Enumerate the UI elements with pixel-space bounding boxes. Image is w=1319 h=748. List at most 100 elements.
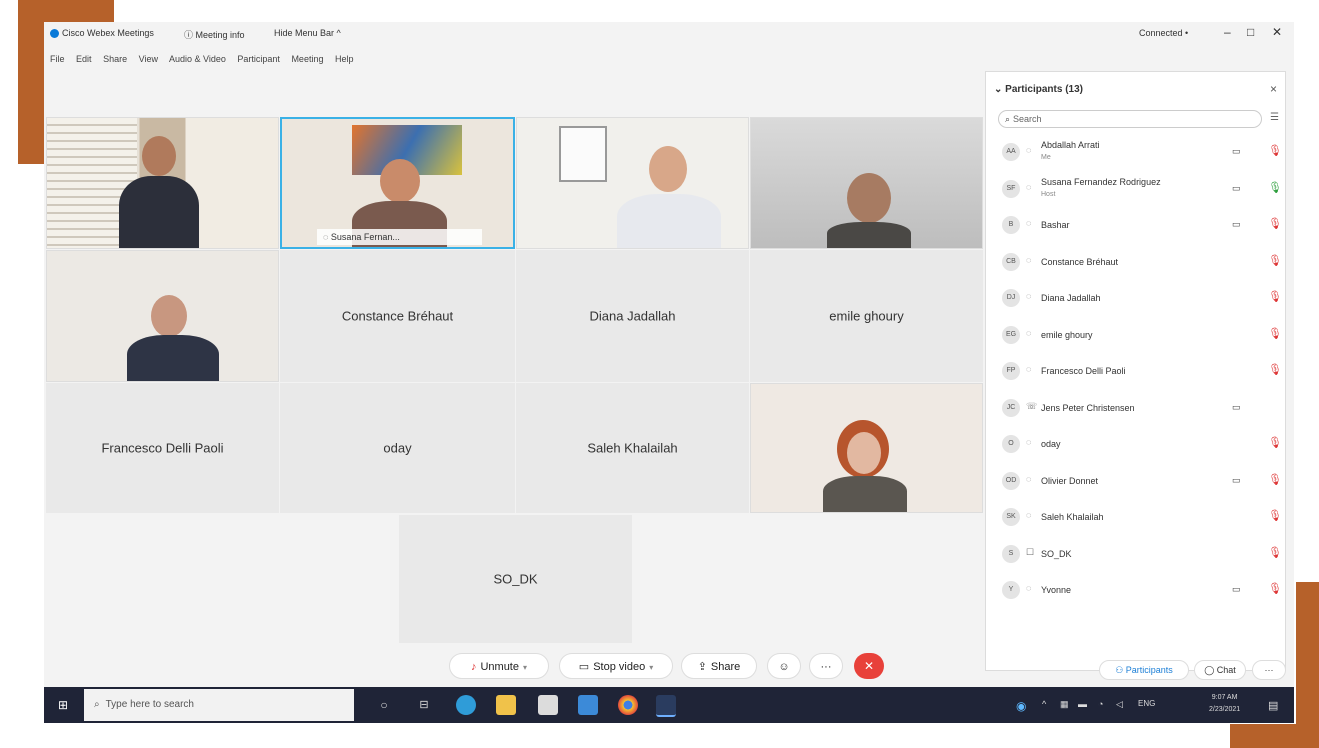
video-tile-5[interactable] xyxy=(46,250,279,382)
panel-more-button[interactable]: ··· xyxy=(1252,660,1286,680)
camera-icon: ▭ xyxy=(1232,219,1241,229)
windows-start-icon[interactable]: ⊞ xyxy=(58,699,70,711)
more-options-button[interactable]: ··· xyxy=(809,653,843,679)
reactions-button[interactable]: ☺ xyxy=(767,653,801,679)
cortana-icon[interactable]: ○ xyxy=(374,695,394,715)
menu-meeting[interactable]: Meeting xyxy=(291,54,323,64)
mic-muted-icon[interactable]: 🎙︎ xyxy=(1268,436,1282,449)
taskbar-search-input[interactable]: ⌕ Type here to search xyxy=(84,689,354,721)
participant-name: Francesco Delli Paoli xyxy=(1041,366,1126,376)
participant-row[interactable]: EG ◌ emile ghoury 🎙︎ xyxy=(986,317,1285,354)
participant-row[interactable]: O ◌ oday 🎙︎ xyxy=(986,426,1285,463)
computer-audio-icon: ◌ xyxy=(1026,291,1032,301)
file-explorer-icon[interactable] xyxy=(496,695,516,715)
menu-help[interactable]: Help xyxy=(335,54,354,64)
leave-meeting-button[interactable]: ✕ xyxy=(854,653,884,679)
computer-audio-icon: ◌ xyxy=(1026,145,1032,155)
avatar: AA xyxy=(1002,143,1020,161)
name-tile-oday[interactable]: oday xyxy=(280,383,515,513)
chat-toggle-button[interactable]: ◯ Chat xyxy=(1194,660,1246,680)
task-view-icon[interactable]: ⊟ xyxy=(414,695,434,715)
participant-row[interactable]: B ◌ Bashar ▭ 🎙︎ xyxy=(986,207,1285,244)
participant-row[interactable]: S ☐ SO_DK 🎙︎ xyxy=(986,536,1285,573)
mic-muted-icon[interactable]: 🎙︎ xyxy=(1268,290,1282,303)
participant-name: Saleh Khalailah xyxy=(1041,512,1104,522)
participant-row[interactable]: OD ◌ Olivier Donnet ▭ 🎙︎ xyxy=(986,463,1285,500)
name-tile-francesco[interactable]: Francesco Delli Paoli xyxy=(46,383,279,513)
title-bar: Cisco Webex Meetings ⓘ Meeting info Hide… xyxy=(44,22,1294,44)
participant-body xyxy=(127,335,219,381)
name-tile-sodk[interactable]: SO_DK xyxy=(399,515,632,643)
tray-expand-icon[interactable]: ^ xyxy=(1042,699,1046,709)
participants-toggle-button[interactable]: ⚇ Participants xyxy=(1099,660,1189,680)
menu-edit[interactable]: Edit xyxy=(76,54,92,64)
volume-icon[interactable]: ◁ xyxy=(1116,699,1123,710)
mic-muted-icon[interactable]: 🎙︎ xyxy=(1268,473,1282,486)
connection-status[interactable]: Connected • xyxy=(1139,28,1188,38)
participant-row[interactable]: SF ◌ Susana Fernandez Rodriguez Host ▭ 🎙︎ xyxy=(986,171,1285,208)
network-icon[interactable]: ▦ xyxy=(1060,699,1069,710)
wifi-icon[interactable]: ◔ xyxy=(1098,699,1103,709)
webex-taskbar-icon[interactable] xyxy=(656,695,676,717)
photos-icon[interactable] xyxy=(578,695,598,715)
mic-muted-icon[interactable]: 🎙︎ xyxy=(1268,254,1282,267)
notifications-icon[interactable]: ▤ xyxy=(1268,699,1278,712)
participant-row[interactable]: Y ◌ Yvonne ▭ 🎙︎ xyxy=(986,572,1285,609)
participant-search-input[interactable]: ⌕ Search xyxy=(998,110,1262,128)
menu-share[interactable]: Share xyxy=(103,54,127,64)
store-icon[interactable] xyxy=(538,695,558,715)
battery-icon[interactable]: ▬ xyxy=(1078,699,1087,709)
taskbar-clock[interactable]: 9:07 AM 2/23/2021 xyxy=(1209,692,1240,716)
menu-audio-video[interactable]: Audio & Video xyxy=(169,54,226,64)
participant-name: Bashar xyxy=(1041,220,1070,230)
language-indicator[interactable]: ENG xyxy=(1138,699,1155,708)
close-panel-icon[interactable]: × xyxy=(1270,82,1277,96)
mic-muted-icon[interactable]: 🎙︎ xyxy=(1268,546,1282,559)
mic-on-icon[interactable]: 🎙︎ xyxy=(1268,181,1282,194)
menu-view[interactable]: View xyxy=(139,54,158,64)
speaker-icon: ◌ xyxy=(323,232,331,242)
mic-muted-icon[interactable]: 🎙︎ xyxy=(1268,363,1282,376)
participant-row[interactable]: DJ ◌ Diana Jadallah 🎙︎ xyxy=(986,280,1285,317)
video-tile-1[interactable] xyxy=(46,117,279,249)
mic-muted-icon: ♪ xyxy=(470,661,477,673)
mic-muted-icon[interactable]: 🎙︎ xyxy=(1268,217,1282,230)
participant-name: Yvonne xyxy=(1041,585,1072,595)
menu-bar: File Edit Share View Audio & Video Parti… xyxy=(50,54,363,64)
hide-menu-bar-link[interactable]: Hide Menu Bar ^ xyxy=(274,28,341,38)
chrome-icon[interactable] xyxy=(618,695,638,715)
participant-row[interactable]: SK ◌ Saleh Khalailah 🎙︎ xyxy=(986,499,1285,536)
mic-muted-icon[interactable]: 🎙︎ xyxy=(1268,327,1282,340)
participant-row[interactable]: JC ☏ Jens Peter Christensen ▭ xyxy=(986,390,1285,427)
video-tile-12[interactable] xyxy=(750,383,983,513)
mic-muted-icon[interactable]: 🎙︎ xyxy=(1268,144,1282,157)
mic-muted-icon[interactable]: 🎙︎ xyxy=(1268,582,1282,595)
name-tile-constance[interactable]: Constance Bréhaut xyxy=(280,250,515,382)
minimize-button[interactable]: – xyxy=(1224,25,1231,39)
name-tile-saleh[interactable]: Saleh Khalailah xyxy=(516,383,749,513)
menu-file[interactable]: File xyxy=(50,54,65,64)
video-tile-4[interactable] xyxy=(750,117,983,249)
webex-logo-icon xyxy=(50,29,59,39)
computer-audio-icon: ◌ xyxy=(1026,473,1032,484)
participant-row[interactable]: CB ◌ Constance Bréhaut 🎙︎ xyxy=(986,244,1285,281)
video-tile-active-speaker[interactable]: ◌ Susana Fernan... xyxy=(280,117,515,249)
mic-muted-icon[interactable]: 🎙︎ xyxy=(1268,509,1282,522)
share-button[interactable]: ⇪ Share xyxy=(681,653,757,679)
unmute-button[interactable]: ♪ Unmute ▾ xyxy=(449,653,549,679)
menu-participant[interactable]: Participant xyxy=(237,54,280,64)
meeting-info-link[interactable]: ⓘ Meeting info xyxy=(184,28,245,41)
participants-panel-title[interactable]: ⌄ Participants (13) xyxy=(994,84,1083,95)
maximize-button[interactable]: □ xyxy=(1247,25,1254,39)
video-tile-3[interactable] xyxy=(516,117,749,249)
panel-options-icon[interactable]: ☰ xyxy=(1270,112,1279,123)
webex-window: Cisco Webex Meetings ⓘ Meeting info Hide… xyxy=(44,22,1294,687)
participant-row[interactable]: FP ◌ Francesco Delli Paoli 🎙︎ xyxy=(986,353,1285,390)
name-tile-diana[interactable]: Diana Jadallah xyxy=(516,250,749,382)
edge-browser-icon[interactable] xyxy=(456,695,476,715)
stop-video-button[interactable]: ▭ Stop video ▾ xyxy=(559,653,673,679)
webex-tray-icon[interactable]: ◉ xyxy=(1016,699,1026,713)
close-window-button[interactable]: ✕ xyxy=(1272,25,1282,39)
participant-row[interactable]: AA ◌ Abdallah Arrati Me ▭ 🎙︎ xyxy=(986,134,1285,171)
name-tile-emile[interactable]: emile ghoury xyxy=(750,250,983,382)
